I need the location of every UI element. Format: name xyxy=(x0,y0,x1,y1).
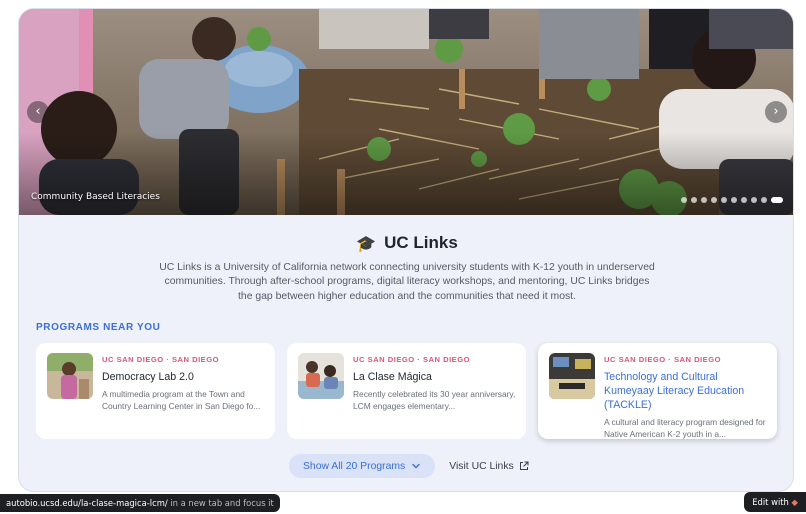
carousel-dots xyxy=(681,197,783,203)
program-thumbnail xyxy=(298,353,344,399)
program-actions: Show All 20 Programs Visit UC Links xyxy=(289,454,533,478)
carousel-next-button[interactable]: › xyxy=(765,101,787,123)
title-row: 🎓 UC Links xyxy=(19,233,793,253)
carousel-dot[interactable] xyxy=(701,197,707,203)
program-card[interactable]: UC SAN DIEGO · SAN DIEGO La Clase Mágica… xyxy=(287,343,526,439)
edit-with-label: Edit with xyxy=(752,497,789,507)
hero-photo xyxy=(19,9,793,215)
program-list: UC SAN DIEGO · SAN DIEGO Democracy Lab 2… xyxy=(36,343,777,439)
carousel-dot[interactable] xyxy=(771,197,783,203)
external-link-icon xyxy=(519,461,529,470)
carousel-dot[interactable] xyxy=(731,197,737,203)
program-description: A cultural and literacy program designed… xyxy=(604,417,766,439)
show-all-label: Show All 20 Programs xyxy=(303,460,406,472)
program-location: UC SAN DIEGO · SAN DIEGO xyxy=(102,355,220,364)
edit-with-button[interactable]: Edit with ◆ xyxy=(744,492,806,512)
program-card[interactable]: UC SAN DIEGO · SAN DIEGO Technology and … xyxy=(538,343,777,439)
uc-links-card: ‹ › Community Based Literacies 🎓 UC Link… xyxy=(18,8,794,492)
hero-carousel: ‹ › Community Based Literacies xyxy=(19,9,793,215)
program-location: UC SAN DIEGO · SAN DIEGO xyxy=(604,355,722,364)
page-title: UC Links xyxy=(384,233,458,252)
status-bar-url: autobio.ucsd.edu/la-clase-magica-lcm/ in… xyxy=(0,494,280,512)
program-thumbnail xyxy=(47,353,93,399)
graduation-cap-icon: 🎓 xyxy=(356,233,377,253)
carousel-dot[interactable] xyxy=(761,197,767,203)
page-description: UC Links is a University of California n… xyxy=(159,262,655,302)
status-url-hint: in a new tab and focus it xyxy=(167,498,274,508)
carousel-dot[interactable] xyxy=(711,197,717,203)
carousel-dot[interactable] xyxy=(681,197,687,203)
status-url-text: autobio.ucsd.edu/la-clase-magica-lcm/ xyxy=(6,498,168,508)
carousel-dot[interactable] xyxy=(721,197,727,203)
program-thumbnail xyxy=(549,353,595,399)
program-description: Recently celebrated its 30 year annivers… xyxy=(353,389,516,411)
edit-with-icon: ◆ xyxy=(791,497,798,507)
carousel-prev-button[interactable]: ‹ xyxy=(27,101,49,123)
show-all-programs-button[interactable]: Show All 20 Programs xyxy=(289,454,436,478)
program-name[interactable]: Technology and Cultural Kumeyaay Literac… xyxy=(604,370,767,412)
chevron-down-icon xyxy=(412,463,420,469)
section-label: PROGRAMS NEAR YOU xyxy=(36,322,161,333)
program-name[interactable]: La Clase Mágica xyxy=(353,370,516,384)
program-description: A multimedia program at the Town and Cou… xyxy=(102,389,261,411)
program-name[interactable]: Democracy Lab 2.0 xyxy=(102,370,265,384)
program-location: UC SAN DIEGO · SAN DIEGO xyxy=(353,355,471,364)
visit-label: Visit UC Links xyxy=(449,460,514,472)
carousel-dot[interactable] xyxy=(741,197,747,203)
visit-uc-links-link[interactable]: Visit UC Links xyxy=(445,454,532,478)
program-card[interactable]: UC SAN DIEGO · SAN DIEGO Democracy Lab 2… xyxy=(36,343,275,439)
carousel-dot[interactable] xyxy=(691,197,697,203)
carousel-dot[interactable] xyxy=(751,197,757,203)
hero-caption: Community Based Literacies xyxy=(31,192,160,202)
